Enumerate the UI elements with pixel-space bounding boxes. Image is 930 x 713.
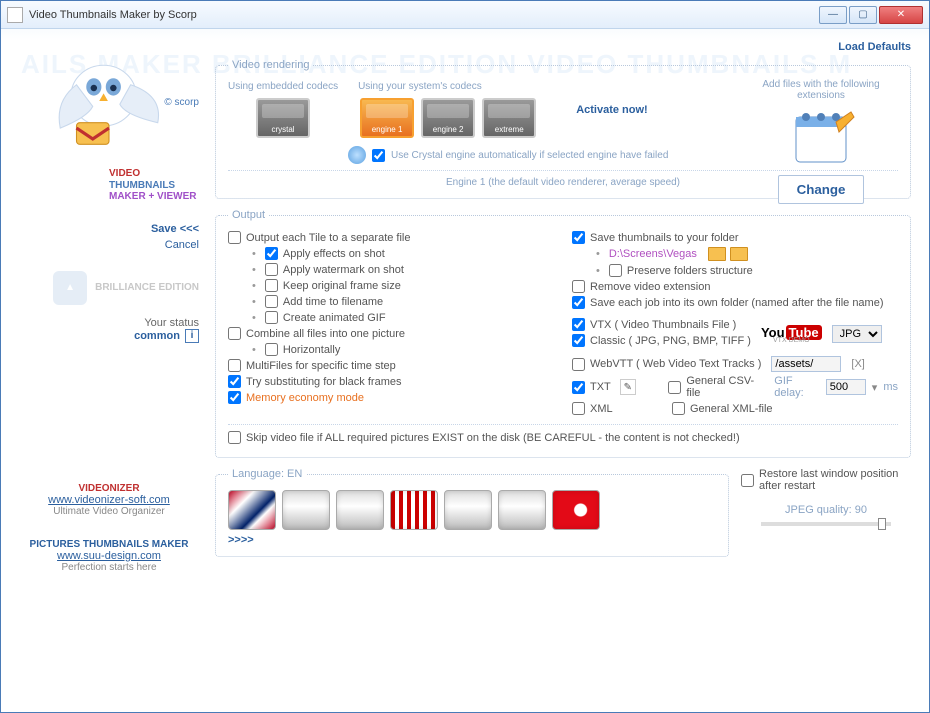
ptm-link[interactable]: www.suu-design.com bbox=[19, 550, 199, 562]
skip-checkbox[interactable] bbox=[228, 431, 241, 444]
output-legend: Output bbox=[228, 209, 269, 221]
create-gif-checkbox[interactable] bbox=[265, 311, 278, 324]
combine-checkbox[interactable] bbox=[228, 327, 241, 340]
txt-checkbox[interactable] bbox=[572, 381, 585, 394]
tile-separate-checkbox[interactable] bbox=[228, 231, 241, 244]
ptm-title: PICTURES THUMBNAILS MAKER bbox=[19, 539, 199, 550]
apply-watermark-checkbox[interactable] bbox=[265, 263, 278, 276]
output-group: Output Output each Tile to a separate fi… bbox=[215, 209, 911, 458]
system-label: Using your system's codecs bbox=[358, 81, 538, 92]
load-defaults-link[interactable]: Load Defaults bbox=[838, 41, 911, 53]
apply-effects-checkbox[interactable] bbox=[265, 247, 278, 260]
more-languages[interactable]: >>>> bbox=[228, 534, 716, 546]
edit-icon[interactable]: ✎ bbox=[620, 379, 636, 395]
gif-delay-input[interactable] bbox=[826, 379, 866, 395]
activate-link[interactable]: Activate now! bbox=[576, 104, 648, 116]
folder-icon[interactable] bbox=[708, 247, 726, 261]
clear-x[interactable]: [X] bbox=[851, 358, 864, 370]
flag-tr[interactable] bbox=[552, 490, 600, 530]
add-time-checkbox[interactable] bbox=[265, 295, 278, 308]
codec-engine2[interactable]: engine 2 bbox=[421, 98, 475, 138]
try-sub-checkbox[interactable] bbox=[228, 375, 241, 388]
owl-logo bbox=[44, 41, 174, 161]
vr-legend: Video rendering bbox=[228, 59, 313, 71]
brilliance-badge: ▲ BRILLIANCE EDITION bbox=[19, 271, 199, 305]
memory-checkbox[interactable] bbox=[228, 391, 241, 404]
maximize-button[interactable]: ▢ bbox=[849, 6, 877, 24]
arrow-up-icon: ▲ bbox=[53, 271, 87, 305]
remove-ext-checkbox[interactable] bbox=[572, 280, 585, 293]
flag-4[interactable] bbox=[390, 490, 438, 530]
flag-6[interactable] bbox=[498, 490, 546, 530]
format-select[interactable]: JPG bbox=[832, 325, 882, 343]
crystal-auto-label: Use Crystal engine automatically if sele… bbox=[391, 150, 668, 161]
keep-frame-checkbox[interactable] bbox=[265, 279, 278, 292]
vtx-checkbox[interactable] bbox=[572, 318, 585, 331]
ptm-sub: Perfection starts here bbox=[19, 562, 199, 573]
assets-input[interactable] bbox=[771, 356, 841, 372]
multifiles-checkbox[interactable] bbox=[228, 359, 241, 372]
save-folder-checkbox[interactable] bbox=[572, 231, 585, 244]
flag-en[interactable] bbox=[228, 490, 276, 530]
add-files-text: Add files with the following extensions bbox=[746, 79, 896, 101]
language-group: Language: EN >>>> bbox=[215, 468, 729, 557]
cancel-button[interactable]: Cancel bbox=[19, 239, 199, 251]
webvtt-checkbox[interactable] bbox=[572, 358, 585, 371]
classic-checkbox[interactable] bbox=[572, 334, 585, 347]
change-button[interactable]: Change bbox=[778, 175, 865, 204]
jpeg-value: 90 bbox=[855, 504, 867, 516]
embedded-label: Using embedded codecs bbox=[228, 81, 338, 92]
folder-open-icon[interactable] bbox=[730, 247, 748, 261]
xml-checkbox[interactable] bbox=[572, 402, 585, 415]
jpeg-label: JPEG quality: bbox=[785, 504, 852, 516]
csv-checkbox[interactable] bbox=[668, 381, 681, 394]
notepad-icon bbox=[781, 107, 861, 167]
codec-crystal[interactable]: crystal bbox=[256, 98, 310, 138]
lang-legend: Language: EN bbox=[228, 468, 306, 480]
restore-checkbox[interactable] bbox=[741, 474, 754, 487]
flag-3[interactable] bbox=[336, 490, 384, 530]
preserve-checkbox[interactable] bbox=[609, 264, 622, 277]
codec-engine1[interactable]: engine 1 bbox=[360, 98, 414, 138]
videonizer-link[interactable]: www.videonizer-soft.com bbox=[19, 494, 199, 506]
status-label: Your status bbox=[19, 317, 199, 329]
crystal-auto-checkbox[interactable] bbox=[372, 149, 385, 162]
folder-path[interactable]: D:\Screens\Vegas bbox=[609, 248, 697, 260]
titlebar: Video Thumbnails Maker by Scorp — ▢ ✕ bbox=[1, 1, 929, 29]
gxml-checkbox[interactable] bbox=[672, 402, 685, 415]
close-button[interactable]: ✕ bbox=[879, 6, 923, 24]
save-job-checkbox[interactable] bbox=[572, 296, 585, 309]
window-title: Video Thumbnails Maker by Scorp bbox=[29, 9, 819, 21]
codec-extreme[interactable]: extreme bbox=[482, 98, 536, 138]
save-button[interactable]: Save <<< bbox=[19, 223, 199, 235]
minimize-button[interactable]: — bbox=[819, 6, 847, 24]
flag-2[interactable] bbox=[282, 490, 330, 530]
videonizer-sub: Ultimate Video Organizer bbox=[19, 506, 199, 517]
videonizer-title: VIDEONIZER bbox=[19, 483, 199, 494]
horiz-checkbox[interactable] bbox=[265, 343, 278, 356]
refresh-icon[interactable] bbox=[348, 146, 366, 164]
brand-text: VIDEO THUMBNAILS MAKER + VIEWER bbox=[109, 168, 199, 203]
info-icon[interactable]: i bbox=[185, 329, 199, 343]
status-value: common bbox=[134, 329, 180, 341]
app-icon bbox=[7, 7, 23, 23]
flag-5[interactable] bbox=[444, 490, 492, 530]
video-rendering-group: Video rendering Add files with the follo… bbox=[215, 59, 911, 199]
jpeg-slider[interactable] bbox=[761, 522, 891, 526]
